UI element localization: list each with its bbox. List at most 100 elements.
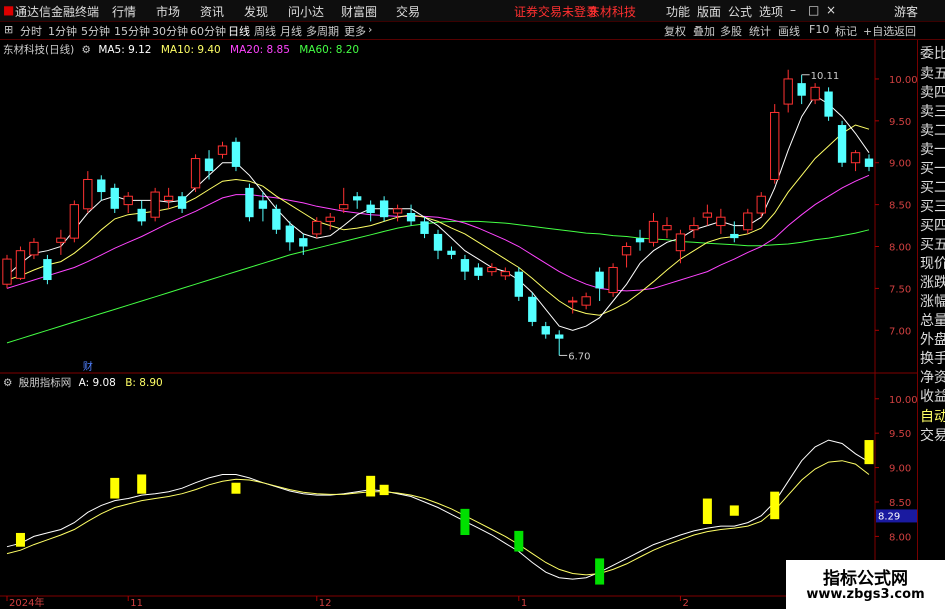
candle-body-up <box>702 212 713 218</box>
signal-bar-green <box>514 530 524 552</box>
panel-net-asset[interactable]: 净资 <box>920 367 945 387</box>
menu-jiaoyi[interactable]: 交易 <box>396 3 420 20</box>
panel-price[interactable]: 现价 <box>920 253 945 273</box>
panel-earnings[interactable]: 收益 <box>920 386 945 406</box>
candle-body-down <box>285 225 295 243</box>
tab-15min[interactable]: 15分钟 <box>114 23 150 39</box>
guest-label[interactable]: 游客 <box>894 3 918 20</box>
kline-chart[interactable]: 7.007.508.008.509.009.5010.007.508.008.5… <box>0 40 917 609</box>
tab-60min[interactable]: 60分钟 <box>190 23 226 39</box>
main-ytick-label: 9.50 <box>889 117 911 128</box>
sub-ytick-label: 9.00 <box>889 464 911 475</box>
candle-body-down <box>837 125 847 163</box>
back-button[interactable]: 返回 <box>894 23 916 39</box>
panel-buy3[interactable]: 买三 <box>920 196 945 216</box>
candle-body-up <box>123 195 133 206</box>
sub-ytick-label: 10.00 <box>889 395 917 406</box>
candle-body-up <box>312 220 322 235</box>
tongji-button[interactable]: 统计 <box>749 23 771 39</box>
series-b-line <box>6 460 870 576</box>
candle-body-up <box>581 296 591 306</box>
tab-monthly[interactable]: 月线 <box>280 23 302 39</box>
tab-weekly[interactable]: 周线 <box>254 23 276 39</box>
main-legend: 东材科技(日线) ⚙ MA5: 9.12 MA10: 9.40 MA20: 8.… <box>3 42 365 57</box>
add-watchlist-button[interactable]: +自选 <box>863 23 894 39</box>
duogu-button[interactable]: 多股 <box>720 23 742 39</box>
tab-1min[interactable]: 1分钟 <box>48 23 77 39</box>
candle-body-up <box>568 300 578 303</box>
menu-hangqing[interactable]: 行情 <box>112 3 136 20</box>
panel-turnover[interactable]: 换手 <box>920 348 945 368</box>
menu-gongneng[interactable]: 功能 <box>666 3 690 20</box>
legend-ma10: MA10: 9.40 <box>160 44 221 56</box>
menu-wenxiaoda[interactable]: 问小达 <box>288 3 324 20</box>
panel-sell3[interactable]: 卖三 <box>920 101 945 121</box>
panel-auto[interactable]: 自动 <box>920 406 945 426</box>
candle-body-up <box>325 216 335 222</box>
biaoji-button[interactable]: 标记 <box>835 23 857 39</box>
candle-body-down <box>299 238 308 247</box>
panel-trade[interactable]: 交易 <box>920 425 945 445</box>
tab-multi-period[interactable]: 多周期 <box>306 23 339 39</box>
menu-caifuquan[interactable]: 财富圈 <box>341 3 377 20</box>
menu-banmian[interactable]: 版面 <box>697 3 721 20</box>
menu-faxian[interactable]: 发现 <box>244 3 268 20</box>
finance-marker: 财 <box>83 360 93 373</box>
title-stock-name: 东材科技 <box>588 5 637 19</box>
settings-icon[interactable]: ⚙ <box>3 377 12 389</box>
candle-body-up <box>743 212 753 231</box>
candle-body-up <box>783 78 793 105</box>
f10-button[interactable]: F10 <box>809 23 829 36</box>
tab-30min[interactable]: 30分钟 <box>152 23 188 39</box>
huaxian-button[interactable]: 画线 <box>778 23 800 39</box>
panel-weibi[interactable]: 委比 <box>920 43 945 63</box>
tab-fenshi[interactable]: 分时 <box>20 23 42 39</box>
ma10-line <box>6 124 870 316</box>
panel-change-pct[interactable]: 涨幅 <box>920 291 945 311</box>
candle-body-up <box>716 216 726 227</box>
candle-body-up <box>56 237 66 243</box>
panel-sell1[interactable]: 卖一 <box>920 139 945 159</box>
candle-body-down <box>528 296 537 322</box>
candle-body-down <box>406 213 416 222</box>
panel-buy4[interactable]: 买四 <box>920 215 945 235</box>
login-notice[interactable]: 证券交易未登录 <box>514 3 598 20</box>
candle-body-up <box>689 225 699 231</box>
menu-shichang[interactable]: 市场 <box>156 3 180 20</box>
xtick-label: 1 <box>521 598 527 609</box>
sub-legend: ⚙ 殷朋指标网 A: 9.08 B: 8.90 <box>3 375 169 390</box>
panel-sell2[interactable]: 卖二 <box>920 120 945 140</box>
app-logo-icon: ■ <box>3 3 15 17</box>
candle-body-down <box>447 250 456 255</box>
tab-5min[interactable]: 5分钟 <box>81 23 110 39</box>
candle-body-up <box>392 208 403 214</box>
chevron-right-icon[interactable]: › <box>368 23 372 36</box>
menu-gongshi[interactable]: 公式 <box>728 3 752 20</box>
panel-volume[interactable]: 总量 <box>920 310 945 330</box>
xtick-label: 2024年 <box>9 596 44 609</box>
fuquan-button[interactable]: 复权 <box>664 23 686 39</box>
grid-icon[interactable]: ⊞ <box>4 23 13 36</box>
tab-more[interactable]: 更多 <box>344 23 366 39</box>
main-ytick-label: 8.50 <box>889 201 911 212</box>
signal-bar-yellow <box>366 475 376 497</box>
main-title: 东材科技(日线) <box>3 44 75 56</box>
maximize-icon[interactable]: □ <box>808 3 819 17</box>
panel-sell5[interactable]: 卖五 <box>920 63 945 83</box>
settings-icon[interactable]: ⚙ <box>82 44 91 56</box>
candle-body-down <box>272 208 281 230</box>
diejia-button[interactable]: 叠加 <box>693 23 715 39</box>
menu-xuanxiang[interactable]: 选项 <box>759 3 783 20</box>
tab-daily[interactable]: 日线 <box>228 23 250 39</box>
minimize-icon[interactable]: – <box>790 3 796 17</box>
menu-zixun[interactable]: 资讯 <box>200 3 224 20</box>
panel-buy1[interactable]: 买一 <box>920 158 945 178</box>
panel-change[interactable]: 涨跌 <box>920 272 945 292</box>
candle-body-up <box>15 250 26 279</box>
panel-buy5[interactable]: 买五 <box>920 234 945 254</box>
panel-buy2[interactable]: 买二 <box>920 177 945 197</box>
panel-sell4[interactable]: 卖四 <box>920 82 945 102</box>
candle-body-up <box>662 225 672 231</box>
panel-outer[interactable]: 外盘 <box>920 329 945 349</box>
close-icon[interactable]: × <box>826 3 836 17</box>
